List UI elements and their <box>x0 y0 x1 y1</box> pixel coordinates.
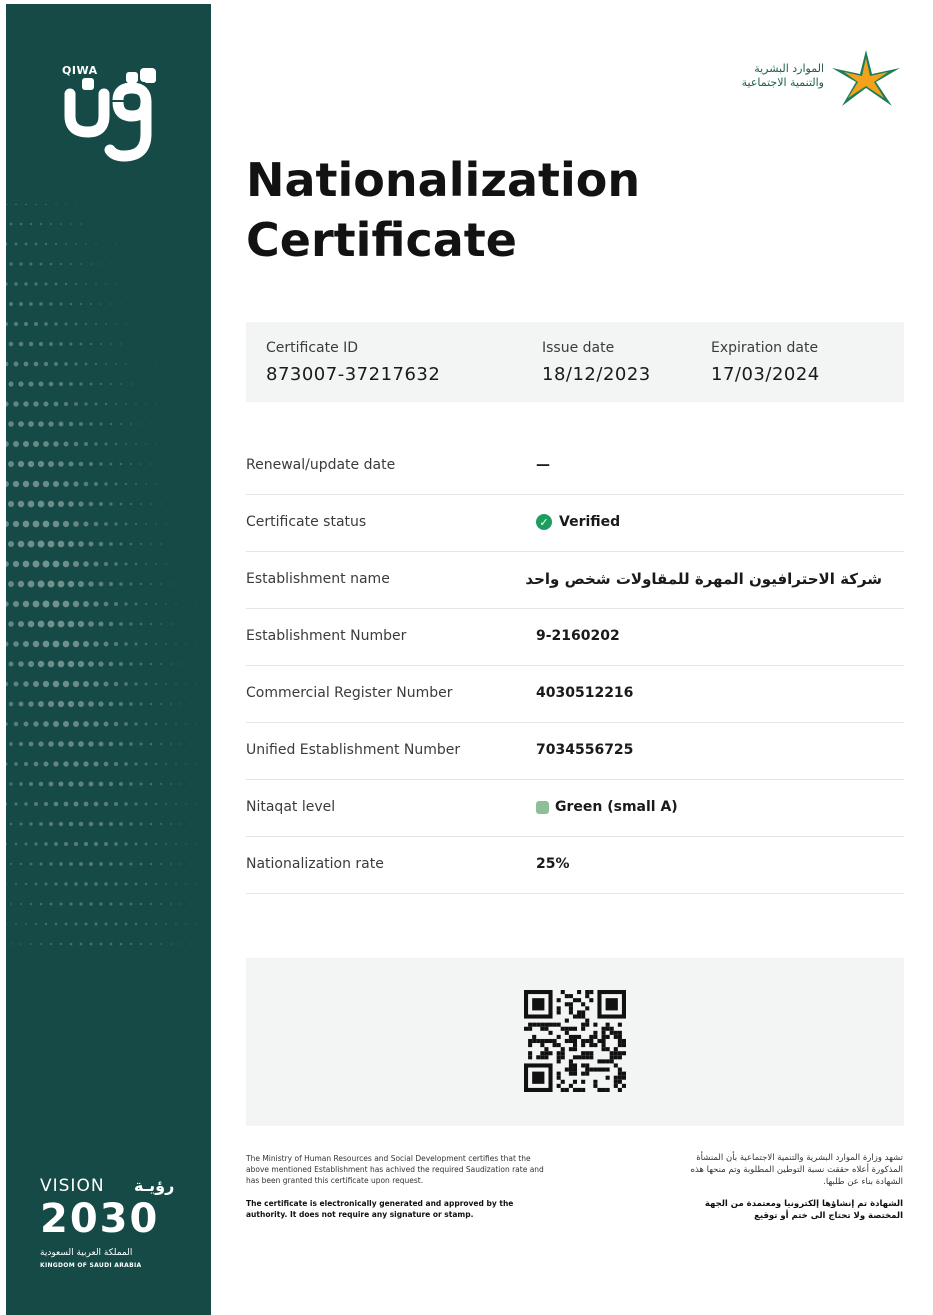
verified-check-icon: ✓ <box>536 514 552 530</box>
detail-row-renewal-date: Renewal/update date — <box>246 437 904 495</box>
expiration-date-label: Expiration date <box>711 340 819 356</box>
expiration-date-value: 17/03/2024 <box>711 364 820 385</box>
qiwa-logo-icon <box>64 68 156 162</box>
footer-english-text: The Ministry of Human Resources and Soci… <box>246 1154 544 1185</box>
vision-2030-logo: VISION رؤيـة 2030 المملكة العربية السعود… <box>40 1176 190 1276</box>
nitaqat-value: Green (small A) <box>555 799 678 815</box>
dot-pattern-decoration <box>6 204 202 946</box>
certificate-id-label: Certificate ID <box>266 340 359 356</box>
footer-arabic-text: تشهد وزارة الموارد البشرية والتنمية الاج… <box>690 1153 903 1187</box>
nitaqat-green-swatch-icon <box>536 800 549 814</box>
footer-arabic-bold: الشهادة تم إنشاؤها إلكترونيا ومعتمدة من … <box>704 1199 903 1221</box>
detail-label: Unified Establishment Number <box>246 742 461 758</box>
ministry-logo-text: الموارد البشرية والتنمية الاجتماعية <box>742 62 824 90</box>
detail-label: Commercial Register Number <box>246 685 453 701</box>
qiwa-logo: QIWA <box>62 64 172 164</box>
detail-label: Certificate status <box>246 514 367 530</box>
certificate-id-block: Certificate ID 873007-37217632 <box>266 340 440 385</box>
vision-arabic: رؤيـة <box>134 1176 175 1195</box>
detail-label: Renewal/update date <box>246 457 396 473</box>
detail-value: 4030512216 <box>536 685 634 701</box>
vision-year: 2030 <box>40 1196 160 1242</box>
detail-label: Nationalization rate <box>246 856 384 872</box>
footer-english: The Ministry of Human Resources and Soci… <box>246 1153 546 1220</box>
issue-date-value: 18/12/2023 <box>542 364 651 385</box>
qr-panel <box>246 958 904 1126</box>
kingdom-arabic: المملكة العربية السعودية <box>40 1248 133 1258</box>
detail-row-nitaqat-level: Nitaqat level Green (small A) <box>246 779 904 837</box>
status-badge: ✓ Verified <box>536 514 620 530</box>
certificate-meta-panel: Certificate ID 873007-37217632 Issue dat… <box>246 322 904 402</box>
detail-row-establishment-name: Establishment name شركة الاحترافيون المه… <box>246 551 904 609</box>
title-line-1: Nationalization <box>246 153 641 207</box>
detail-row-unified-number: Unified Establishment Number 7034556725 <box>246 722 904 780</box>
detail-row-establishment-number: Establishment Number 9-2160202 <box>246 608 904 666</box>
page-title: Nationalization Certificate <box>246 150 640 270</box>
certificate-id-value: 873007-37217632 <box>266 364 441 385</box>
status-value: Verified <box>559 514 621 530</box>
detail-label: Establishment Number <box>246 628 407 644</box>
detail-value: شركة الاحترافيون المهرة للمقاولات شخص وا… <box>525 570 882 588</box>
title-line-2: Certificate <box>246 213 517 267</box>
sidebar-panel: QIWA VISION رؤيـة 2030 المملكة العربية ا… <box>6 4 211 1315</box>
detail-value: 25% <box>536 856 570 872</box>
detail-value: 9-2160202 <box>536 628 620 644</box>
issue-date-block: Issue date 18/12/2023 <box>542 340 651 385</box>
footer-arabic: تشهد وزارة الموارد البشرية والتنمية الاج… <box>673 1152 903 1222</box>
ministry-logo-line1: الموارد البشرية <box>754 62 824 75</box>
detail-label: Establishment name <box>246 571 390 587</box>
detail-label: Nitaqat level <box>246 799 336 815</box>
detail-row-certificate-status: Certificate status ✓ Verified <box>246 494 904 552</box>
kingdom-english: KINGDOM OF SAUDI ARABIA <box>40 1262 142 1269</box>
footer-english-bold: The certificate is electronically genera… <box>246 1199 514 1219</box>
qr-code-icon <box>524 990 626 1092</box>
nitaqat-badge: Green (small A) <box>536 799 678 815</box>
detail-row-commercial-register: Commercial Register Number 4030512216 <box>246 665 904 723</box>
detail-value: 7034556725 <box>536 742 634 758</box>
detail-row-nationalization-rate: Nationalization rate 25% <box>246 836 904 894</box>
detail-value: — <box>536 457 550 473</box>
ministry-logo: الموارد البشرية والتنمية الاجتماعية <box>686 44 906 114</box>
expiration-date-block: Expiration date 17/03/2024 <box>711 340 820 385</box>
ministry-star-icon <box>832 50 900 106</box>
ministry-logo-line2: والتنمية الاجتماعية <box>741 76 824 89</box>
vision-word: VISION <box>40 1176 105 1196</box>
issue-date-label: Issue date <box>542 340 615 356</box>
